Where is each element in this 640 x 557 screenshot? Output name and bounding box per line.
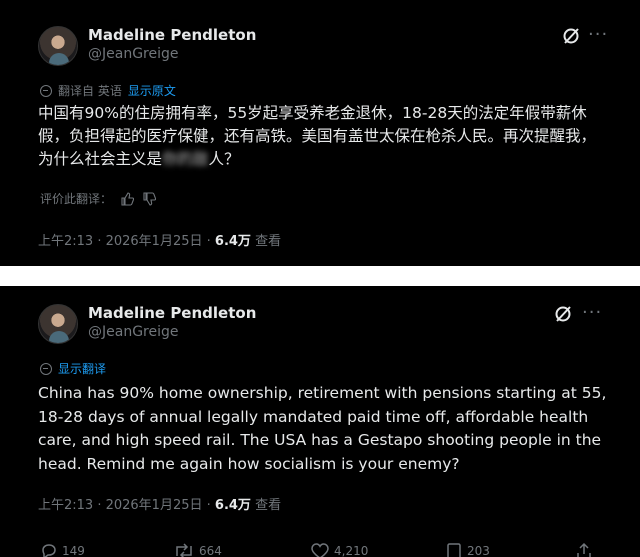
heart-icon: [311, 543, 329, 557]
show-translation-link[interactable]: 显示翻译: [58, 360, 106, 377]
translated-from-label: 翻译自 英语: [58, 84, 122, 98]
divider: [0, 266, 640, 286]
original-tweet: Madeline Pendleton @JeanGreige ··· 显示翻译 …: [0, 286, 640, 557]
thumbs-up-icon[interactable]: [120, 191, 135, 206]
translated-tweet: Madeline Pendleton @JeanGreige ··· 翻译自 英…: [0, 0, 640, 266]
like-count: 4,210: [334, 544, 369, 557]
bookmark-icon: [447, 543, 461, 557]
avatar[interactable]: [38, 304, 78, 344]
bookmark-count: 203: [467, 544, 490, 557]
repost-count: 664: [199, 544, 222, 557]
tweet-time[interactable]: 上午2:13 · 2026年1月25日 ·: [38, 498, 211, 513]
share-button[interactable]: [575, 542, 597, 557]
repost-button[interactable]: 664: [173, 542, 222, 557]
rate-translation: 评价此翻译：: [40, 190, 157, 207]
avatar[interactable]: [38, 26, 78, 66]
translate-icon: [40, 362, 52, 375]
more-icon[interactable]: ···: [588, 25, 608, 45]
tweet-text: China has 90% home ownership, retirement…: [38, 384, 607, 473]
tweet-text-main: 中国有90%的住房拥有率，55岁起享受养老金退休，18-28天的法定年假带薪休假…: [38, 104, 597, 168]
tweet-text: 中国有90%的住房拥有率，55岁起享受养老金退休，18-28天的法定年假带薪休假…: [38, 102, 610, 171]
reply-count: 149: [62, 544, 85, 557]
show-original-link[interactable]: 显示原文: [128, 82, 176, 99]
views-count: 6.4万: [214, 498, 251, 513]
views-label: 查看: [255, 498, 282, 513]
grok-icon[interactable]: [553, 304, 573, 324]
like-button[interactable]: 4,210: [310, 542, 368, 557]
rate-translation-label: 评价此翻译：: [40, 192, 113, 206]
views-count: 6.4万: [214, 234, 251, 249]
tweet-meta: 上午2:13 · 2026年1月25日 · 6.4万 查看: [38, 494, 281, 513]
tweet-time[interactable]: 上午2:13 · 2026年1月25日 ·: [38, 234, 211, 249]
translation-notice: 翻译自 英语 显示原文: [40, 82, 176, 99]
reply-icon: [42, 544, 56, 557]
thumbs-down-icon[interactable]: [142, 191, 157, 206]
translation-notice: 显示翻译: [40, 360, 106, 377]
author-handle[interactable]: @JeanGreige: [88, 324, 179, 340]
translate-icon: [40, 84, 52, 97]
repost-icon: [176, 543, 192, 557]
tweet-text-end: 人？: [208, 150, 240, 168]
grok-icon[interactable]: [561, 26, 581, 46]
views-button[interactable]: 203: [445, 542, 490, 557]
author-name[interactable]: Madeline Pendleton: [88, 26, 256, 44]
blurred-text: 你的敌: [162, 150, 209, 168]
author-handle[interactable]: @JeanGreige: [88, 46, 179, 62]
action-bar: 149 664 4,210 203: [0, 540, 640, 557]
views-label: 查看: [255, 234, 282, 249]
reply-button[interactable]: 149: [40, 542, 85, 557]
author-name[interactable]: Madeline Pendleton: [88, 304, 256, 322]
more-icon[interactable]: ···: [582, 303, 602, 323]
tweet-meta: 上午2:13 · 2026年1月25日 · 6.4万 查看: [38, 230, 281, 249]
share-icon: [577, 542, 591, 557]
